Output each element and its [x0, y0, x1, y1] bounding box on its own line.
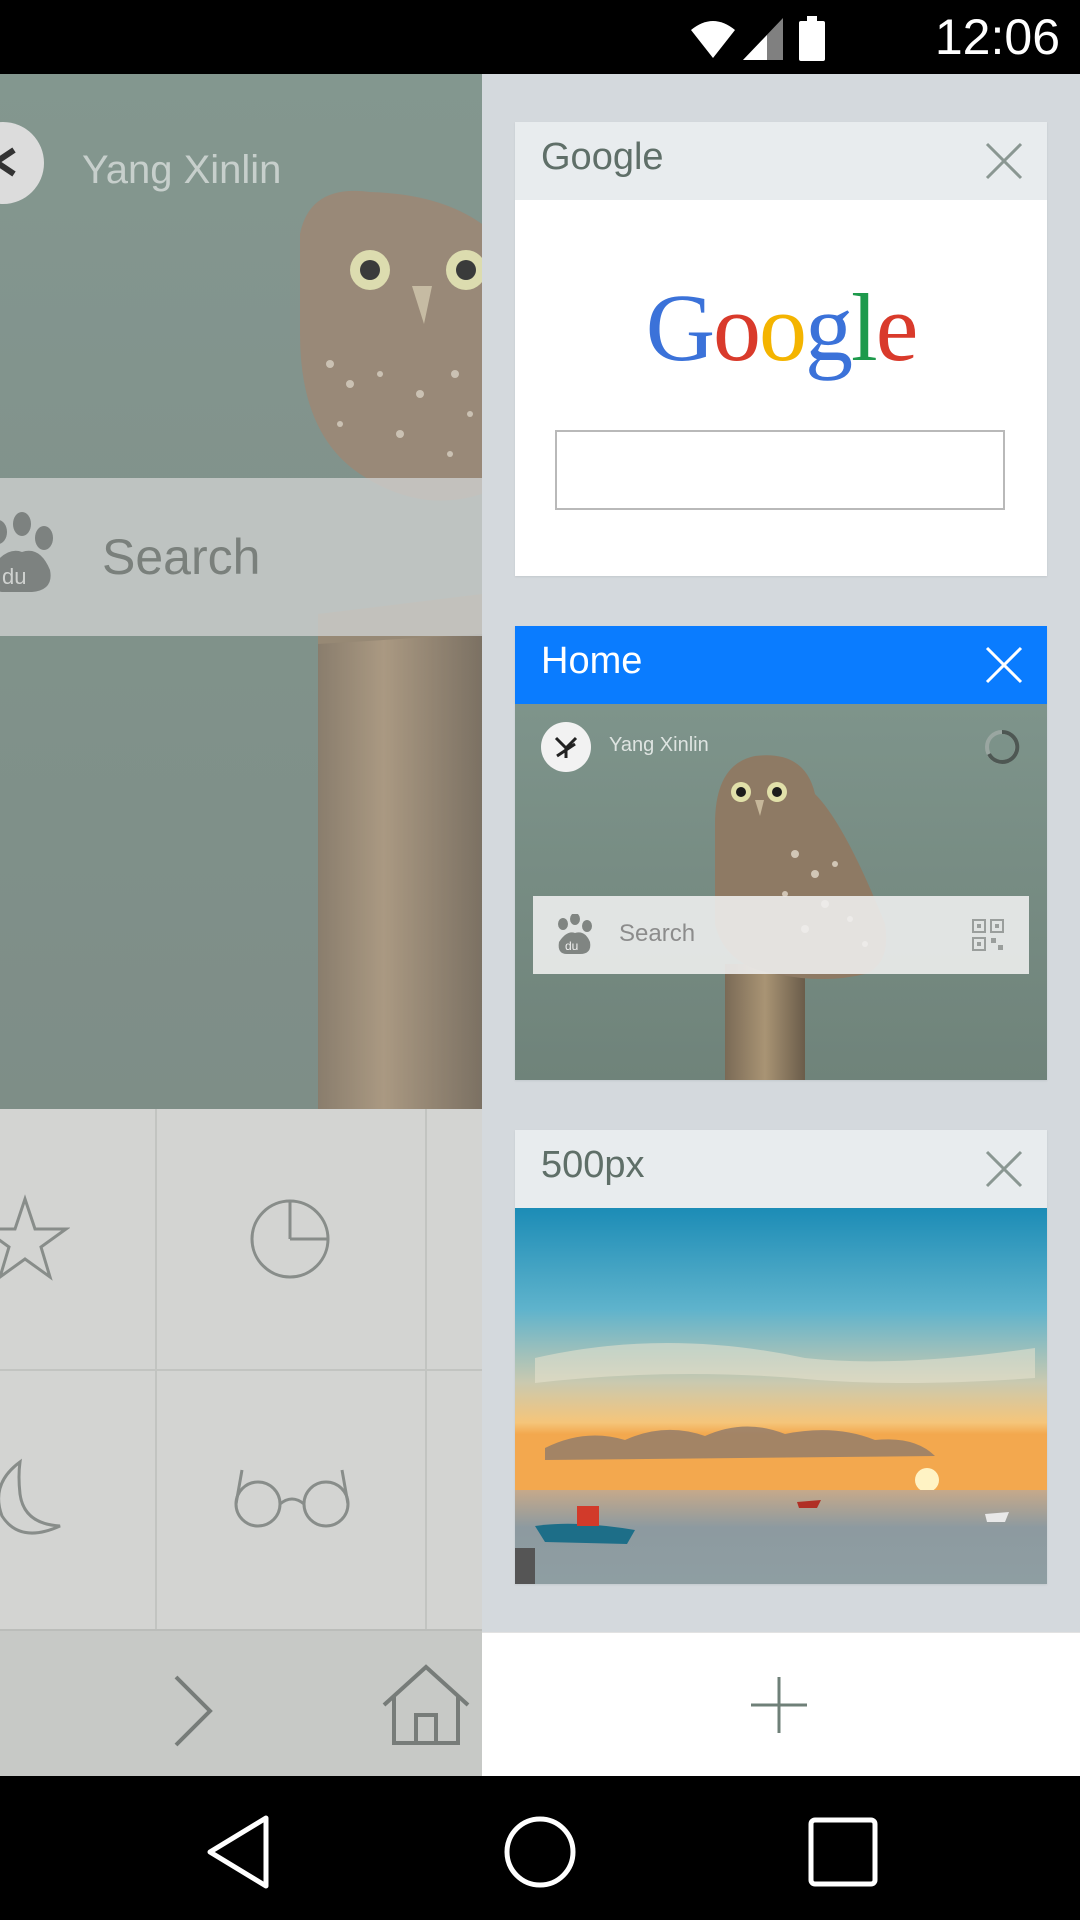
- recents-square-icon[interactable]: [803, 1812, 883, 1892]
- new-tab-bar: [482, 1632, 1080, 1776]
- tab-preview-home: Yang Xinlin du Search: [515, 704, 1047, 1080]
- background-user-name: Yang Xinlin: [82, 148, 282, 192]
- tab-header: Home: [515, 626, 1047, 704]
- avatar[interactable]: [541, 722, 591, 772]
- background-search-placeholder: Search: [102, 529, 261, 585]
- background-search-bar[interactable]: du Search: [0, 478, 482, 636]
- share-icon: [0, 147, 16, 177]
- forward-icon[interactable]: [168, 1671, 218, 1751]
- sunset-photo: [515, 1208, 1047, 1584]
- baidu-paw-icon: du: [0, 512, 53, 592]
- tab-card-500px[interactable]: 500px: [515, 1130, 1047, 1584]
- tab-card-google[interactable]: Google Google: [515, 122, 1047, 576]
- wifi-icon: [691, 21, 735, 58]
- status-bar: 12:06: [0, 0, 1080, 74]
- baidu-paw-icon: du: [558, 914, 592, 954]
- background-bottom-toolbar: [0, 1629, 482, 1776]
- back-triangle-icon[interactable]: [200, 1812, 280, 1892]
- tab-header: 500px: [515, 1130, 1047, 1208]
- status-time: 12:06: [934, 9, 1060, 65]
- share-icon: [554, 736, 578, 758]
- battery-icon: [799, 16, 825, 61]
- home-search-placeholder: Search: [619, 920, 696, 947]
- loading-spinner-icon: [985, 729, 1020, 764]
- tab-title: 500px: [541, 1144, 645, 1186]
- status-icons: [685, 12, 875, 69]
- svg-text:du: du: [565, 939, 578, 953]
- tab-header: Google: [515, 122, 1047, 200]
- background-shortcut-grid: [0, 1109, 482, 1629]
- close-tab-icon[interactable]: [983, 1148, 1025, 1190]
- tab-title: Home: [541, 640, 643, 682]
- star-icon[interactable]: [0, 1189, 70, 1289]
- grid-divider: [0, 1369, 482, 1371]
- home-search-bar: du Search: [533, 896, 1029, 974]
- add-tab-icon[interactable]: [747, 1673, 811, 1737]
- svg-text:du: du: [2, 564, 26, 589]
- tab-switcher-panel: Google Google Home Yang Xinlin du Search…: [482, 74, 1080, 1632]
- home-icon[interactable]: [378, 1661, 474, 1747]
- moon-icon[interactable]: [0, 1454, 70, 1544]
- qr-code-icon: [972, 919, 1004, 951]
- cell-signal-icon: [743, 18, 783, 60]
- google-search-input: [555, 430, 1005, 510]
- screen: 12:06 Yang Xinlin du Search Google Googl…: [0, 0, 1080, 1920]
- share-button[interactable]: [0, 122, 44, 204]
- glasses-icon[interactable]: [232, 1464, 352, 1534]
- tab-preview-500px: [515, 1208, 1047, 1584]
- tab-title: Google: [541, 136, 664, 178]
- home-circle-icon[interactable]: [500, 1812, 580, 1892]
- close-tab-icon[interactable]: [983, 140, 1025, 182]
- close-tab-icon[interactable]: [983, 644, 1025, 686]
- google-logo: Google: [645, 274, 919, 381]
- tab-preview-google: Google: [515, 200, 1047, 576]
- pie-chart-icon[interactable]: [245, 1194, 335, 1284]
- background-page[interactable]: Yang Xinlin du Search: [0, 74, 482, 1776]
- home-user-name: Yang Xinlin: [609, 734, 709, 756]
- owl-photo-thumbnail: [515, 704, 1047, 1080]
- tab-card-home[interactable]: Home Yang Xinlin du Search: [515, 626, 1047, 1080]
- system-nav-bar: [0, 1776, 1080, 1920]
